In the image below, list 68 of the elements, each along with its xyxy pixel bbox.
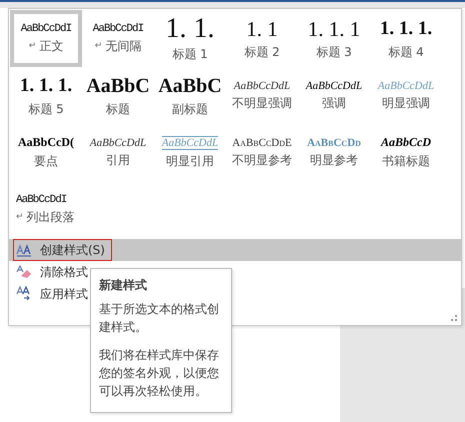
style-name: 副标题 xyxy=(172,100,208,118)
tooltip-text: 基于所选文本的格式创建样式。 xyxy=(99,301,220,336)
style-option[interactable]: AaBbCcDdL 不明显强调 xyxy=(226,67,298,124)
style-name: 不明显参考 xyxy=(232,152,292,168)
style-option[interactable]: AaBbCcDdL 明显强调 xyxy=(370,67,442,124)
style-name: 书籍标题 xyxy=(382,153,430,170)
style-name: 要点 xyxy=(34,153,58,170)
style-icon xyxy=(16,243,32,257)
style-name: 明显强调 xyxy=(382,94,430,112)
style-option[interactable]: AaBbCcDdI ↵ 正文 xyxy=(10,10,82,67)
style-name: 引用 xyxy=(106,152,130,168)
style-name: 标题 3 xyxy=(316,44,352,60)
style-option[interactable]: 1. 1. 标题 1 xyxy=(154,10,226,67)
style-name: 标题 5 xyxy=(28,100,64,118)
style-option[interactable]: AaBbC 副标题 xyxy=(154,67,226,124)
style-preview: AaBbC xyxy=(158,74,222,98)
style-option[interactable]: AaBbCcDdI ↵ 列出段落 xyxy=(10,181,82,238)
style-option[interactable]: AaBbCcDdI ↵ 无间隔 xyxy=(82,10,154,67)
resize-grip-icon[interactable] xyxy=(450,314,458,322)
style-name: 正文 xyxy=(39,38,64,54)
style-name: 标题 xyxy=(106,100,130,118)
style-preview: AaBbCcDdL xyxy=(378,80,434,92)
style-preview: AaBbC xyxy=(86,74,150,98)
style-option[interactable]: AaBbCcDdE 不明显参考 xyxy=(226,124,298,181)
style-option[interactable]: AaBbCcDdL 引用 xyxy=(82,124,154,181)
style-option[interactable]: AaBbCcD( 要点 xyxy=(10,124,82,181)
style-option[interactable]: AaBbCcDdL 明显引用 xyxy=(154,124,226,181)
tooltip-title: 新建样式 xyxy=(99,277,148,294)
style-option[interactable]: AaBbCcDd 明显参考 xyxy=(298,124,370,181)
style-preview: 1. 1. 1. xyxy=(380,16,432,40)
paragraph-mark: ↵ xyxy=(16,212,24,222)
style-name: 标题 4 xyxy=(388,44,424,60)
style-icon xyxy=(16,286,32,302)
style-preview: AaBbCcDdL xyxy=(306,80,362,92)
style-preview: AaBbCcD( xyxy=(18,135,74,150)
paragraph-mark: ↵ xyxy=(94,41,102,51)
style-option[interactable]: 1. 1. 1. 标题 5 xyxy=(10,67,82,124)
style-name: 强调 xyxy=(322,94,346,112)
style-name: 无间隔 xyxy=(105,38,142,54)
style-preview: AaBbCcDdL xyxy=(90,136,146,148)
tooltip-text: 我们将在样式库中保存您的签名外观，以便您可以再次轻松使用。 xyxy=(99,347,220,400)
style-name: 列出段落 xyxy=(26,208,75,226)
style-preview: 1. 1. 1 xyxy=(308,16,360,40)
paragraph-mark: ↵ xyxy=(28,41,36,51)
style-option[interactable]: AaBbC 标题 xyxy=(82,67,154,124)
style-preview: 1. 1. xyxy=(166,14,214,42)
style-option[interactable]: AaBbCcD 书籍标题 xyxy=(370,124,442,181)
style-preview: AaBbCcD xyxy=(380,135,431,150)
style-option[interactable]: 1. 1. 1 标题 3 xyxy=(298,10,370,67)
style-name: 明显参考 xyxy=(310,152,358,168)
style-option[interactable]: 1. 1. 1. 标题 4 xyxy=(370,10,442,67)
eraser-icon xyxy=(16,265,32,279)
style-name: 明显引用 xyxy=(166,152,214,170)
style-preview: AaBbCcDd xyxy=(307,136,361,148)
style-preview: AaBbCcDdI xyxy=(16,194,66,206)
style-name: 不明显强调 xyxy=(232,94,292,112)
style-name: 标题 1 xyxy=(172,46,208,62)
style-name: 标题 2 xyxy=(244,44,280,60)
style-preview: AaBbCcDdE xyxy=(232,136,292,148)
style-preview: AaBbCcDdL xyxy=(162,136,218,150)
style-preview: AaBbCcDdL xyxy=(234,80,290,92)
style-option[interactable]: 1. 1 标题 2 xyxy=(226,10,298,67)
menu-item[interactable]: 创建样式(S) xyxy=(13,239,112,261)
style-preview: 1. 1. 1. xyxy=(20,74,72,98)
style-preview: AaBbCcDdI xyxy=(92,22,144,34)
style-option[interactable]: AaBbCcDdL 强调 xyxy=(298,67,370,124)
style-preview: AaBbCcDdI xyxy=(20,22,72,34)
style-preview: 1. 1 xyxy=(246,16,278,40)
